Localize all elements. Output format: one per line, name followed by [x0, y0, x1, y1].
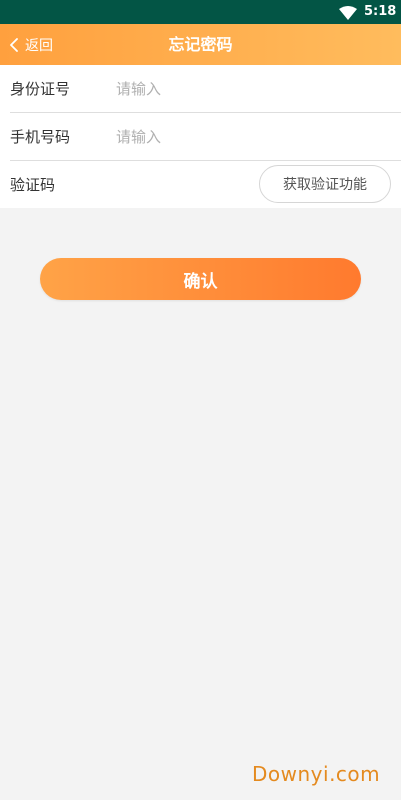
- chevron-left-icon: [9, 37, 19, 52]
- verification-row: 验证码 获取验证功能: [10, 161, 401, 208]
- back-label: 返回: [25, 37, 53, 54]
- confirm-button[interactable]: 确认: [40, 258, 361, 300]
- watermark-logo: Downyi.com: [252, 762, 381, 786]
- wifi-icon: [339, 5, 357, 20]
- status-time: 5:18: [364, 4, 397, 19]
- phone-input[interactable]: [116, 127, 316, 146]
- reset-form: 身份证号 手机号码 验证码 获取验证功能: [0, 65, 401, 208]
- get-code-button[interactable]: 获取验证功能: [259, 165, 391, 203]
- id-card-input[interactable]: [116, 79, 316, 98]
- id-card-row: 身份证号: [10, 65, 401, 113]
- back-button[interactable]: 返回: [9, 24, 53, 65]
- status-bar: 5:18: [0, 0, 401, 24]
- id-card-label: 身份证号: [10, 80, 71, 98]
- page-title: 忘记密码: [168, 35, 233, 54]
- app-bar: 返回 忘记密码: [0, 24, 401, 65]
- verification-label: 验证码: [10, 176, 56, 194]
- phone-row: 手机号码: [10, 113, 401, 161]
- phone-label: 手机号码: [10, 128, 71, 146]
